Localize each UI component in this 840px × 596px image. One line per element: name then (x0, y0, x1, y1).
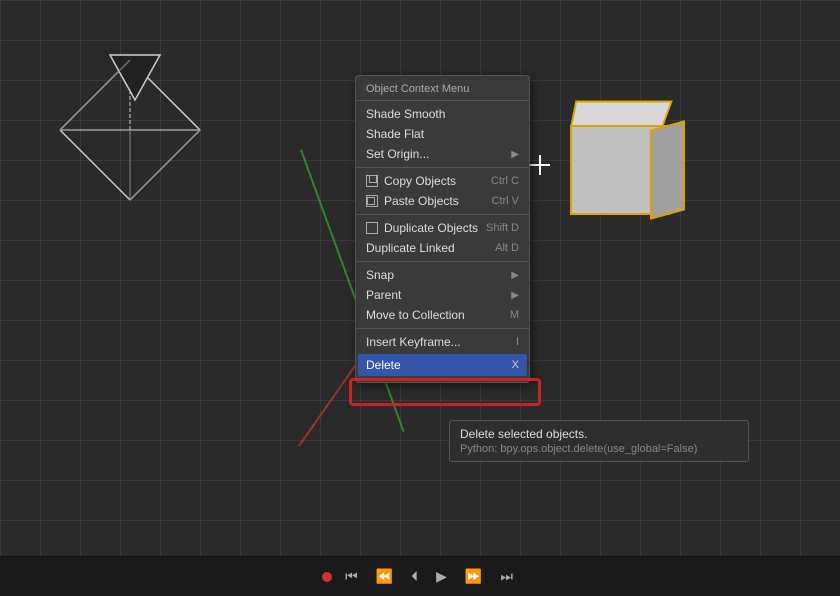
menu-item-duplicate-linked[interactable]: Duplicate Linked Alt D (356, 238, 529, 258)
jump-end-button[interactable]: ⏭ (495, 565, 518, 588)
wireframe-object (30, 50, 230, 235)
duplicate-objects-label: Duplicate Objects (384, 221, 478, 235)
insert-keyframe-shortcut: I (516, 336, 519, 348)
separator-3 (356, 261, 529, 262)
duplicate-objects-shortcut: Shift D (486, 222, 519, 234)
paste-icon (366, 195, 378, 207)
jump-back-button[interactable]: ⏪ (371, 565, 398, 588)
duplicate-icon (366, 222, 378, 234)
move-to-collection-shortcut: M (510, 309, 519, 321)
menu-item-set-origin[interactable]: Set Origin... ▶ (356, 144, 529, 164)
set-origin-label: Set Origin... (366, 147, 429, 161)
play-button[interactable]: ▶ (431, 565, 452, 588)
step-back-button[interactable]: ⏴ (406, 565, 423, 588)
viewport[interactable]: Object Context Menu Shade Smooth Shade F… (0, 0, 840, 556)
copy-icon (366, 175, 378, 187)
context-menu: Object Context Menu Shade Smooth Shade F… (355, 75, 530, 383)
move-to-collection-label: Move to Collection (366, 308, 465, 322)
menu-item-delete[interactable]: Delete X (358, 354, 527, 376)
menu-item-paste-objects[interactable]: Paste Objects Ctrl V (356, 191, 529, 211)
duplicate-linked-label: Duplicate Linked (366, 241, 455, 255)
paste-objects-label: Paste Objects (384, 194, 459, 208)
tooltip-description: Delete selected objects. (460, 427, 738, 441)
delete-shortcut: X (512, 359, 519, 371)
set-origin-arrow: ▶ (511, 149, 519, 160)
duplicate-linked-shortcut: Alt D (495, 242, 519, 254)
menu-item-parent[interactable]: Parent ▶ (356, 285, 529, 305)
menu-item-shade-flat[interactable]: Shade Flat (356, 124, 529, 144)
menu-item-snap[interactable]: Snap ▶ (356, 265, 529, 285)
cube-object (550, 100, 690, 230)
snap-label: Snap (366, 268, 394, 282)
shade-smooth-label: Shade Smooth (366, 107, 445, 121)
delete-label: Delete (366, 358, 401, 372)
parent-label: Parent (366, 288, 401, 302)
menu-item-copy-objects[interactable]: Copy Objects Ctrl C (356, 171, 529, 191)
separator-2 (356, 214, 529, 215)
separator-4 (356, 328, 529, 329)
jump-start-button[interactable]: ⏮ (340, 565, 363, 588)
parent-arrow: ▶ (511, 290, 519, 301)
paste-objects-shortcut: Ctrl V (492, 195, 520, 207)
menu-item-insert-keyframe[interactable]: Insert Keyframe... I (356, 332, 529, 352)
separator-1 (356, 167, 529, 168)
record-indicator (322, 572, 332, 582)
tooltip-python: Python: bpy.ops.object.delete(use_global… (460, 443, 738, 455)
menu-item-shade-smooth[interactable]: Shade Smooth (356, 104, 529, 124)
insert-keyframe-label: Insert Keyframe... (366, 335, 461, 349)
cube-face-right (650, 120, 685, 219)
menu-item-move-to-collection[interactable]: Move to Collection M (356, 305, 529, 325)
menu-title: Object Context Menu (356, 80, 529, 101)
step-forward-button[interactable]: ⏩ (460, 565, 487, 588)
copy-objects-label: Copy Objects (384, 174, 456, 188)
tooltip: Delete selected objects. Python: bpy.ops… (449, 420, 749, 462)
bottom-toolbar: ⏮ ⏪ ⏴ ▶ ⏩ ⏭ (0, 556, 840, 596)
shade-flat-label: Shade Flat (366, 127, 424, 141)
snap-arrow: ▶ (511, 270, 519, 281)
copy-objects-shortcut: Ctrl C (491, 175, 519, 187)
menu-item-duplicate-objects[interactable]: Duplicate Objects Shift D (356, 218, 529, 238)
crosshair (530, 155, 550, 175)
